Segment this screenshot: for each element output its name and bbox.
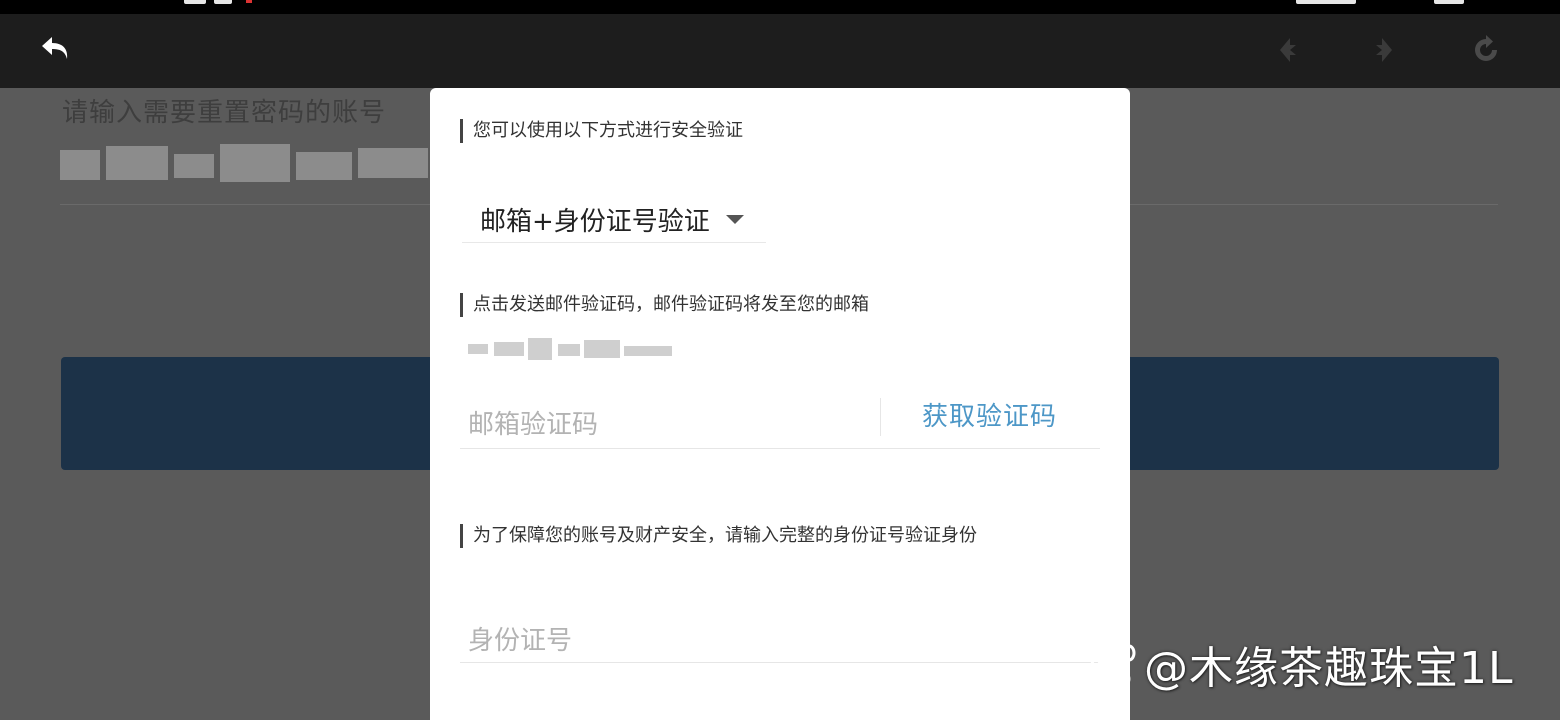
id-number-row	[460, 608, 1100, 663]
account-label: 请输入需要重置密码的账号	[62, 98, 387, 128]
prev-button[interactable]	[1266, 28, 1310, 72]
verify-method-select[interactable]: 邮箱+身份证号验证	[462, 196, 766, 243]
id-number-input[interactable]	[460, 620, 1070, 662]
email-code-row: 获取验证码	[460, 390, 1100, 449]
email-hint: 点击发送邮件验证码，邮件验证码将发至您的邮箱	[460, 293, 869, 317]
verify-method-value: 邮箱+身份证号验证	[480, 206, 710, 237]
svg-text:du: du	[1104, 671, 1121, 686]
refresh-button[interactable]	[1464, 28, 1508, 72]
email-code-input[interactable]	[460, 404, 890, 446]
watermark-text: @木缘茶趣珠宝1L	[1144, 643, 1514, 694]
status-icon	[184, 0, 206, 4]
account-input-masked[interactable]	[60, 144, 432, 188]
status-notification-dot	[246, 0, 252, 3]
status-bar	[0, 0, 1560, 14]
get-code-button[interactable]: 获取验证码	[922, 396, 1057, 433]
masked-email-address	[468, 338, 672, 360]
watermark: du @木缘茶趣珠宝1L	[1090, 634, 1514, 694]
id-hint: 为了保障您的账号及财产安全，请输入完整的身份证号验证身份	[460, 524, 977, 548]
next-icon	[1376, 38, 1392, 62]
next-button[interactable]	[1362, 28, 1406, 72]
verify-methods-label: 您可以使用以下方式进行安全验证	[460, 119, 743, 143]
status-battery-icon	[1434, 0, 1464, 4]
code-row-divider	[880, 398, 881, 436]
baidu-paw-icon: du	[1090, 637, 1136, 687]
back-arrow-icon	[42, 37, 68, 59]
refresh-icon	[1475, 35, 1497, 61]
status-signal-icon	[1296, 0, 1356, 4]
chevron-down-icon	[725, 214, 744, 224]
back-button[interactable]	[34, 28, 78, 72]
prev-icon	[1280, 38, 1296, 62]
security-verification-dialog: 您可以使用以下方式进行安全验证 邮箱+身份证号验证 点击发送邮件验证码，邮件验证…	[430, 88, 1130, 720]
browser-toolbar	[0, 14, 1560, 88]
status-icon	[214, 0, 232, 4]
